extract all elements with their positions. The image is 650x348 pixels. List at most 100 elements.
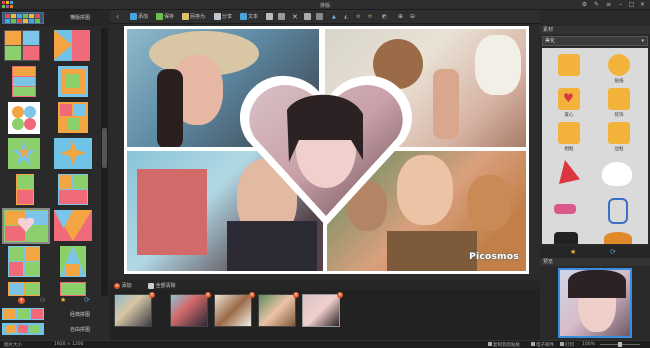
refresh-icon[interactable]: ⟳ [610, 248, 616, 256]
refresh-icon[interactable]: ⟳ [84, 297, 90, 304]
layout-thumb[interactable] [60, 282, 86, 296]
menu-icon[interactable]: ≡ [604, 1, 613, 9]
photo-strip-thumb[interactable] [214, 294, 252, 327]
heart-icon[interactable]: ♥ [558, 88, 580, 110]
hat-icon[interactable] [554, 232, 578, 244]
tab-free-collage[interactable]: 自由拼图 [50, 326, 110, 333]
remove-photo-icon[interactable]: × [337, 292, 343, 298]
remove-photo-icon[interactable]: × [149, 292, 155, 298]
save-as-button[interactable]: 另存为 [182, 13, 205, 21]
watermark-text: Picosmos [469, 252, 519, 262]
flip-vertical-icon[interactable]: ▲ [332, 13, 336, 21]
preview-image [558, 268, 632, 338]
layout-thumb[interactable] [60, 246, 86, 277]
layout-thumb[interactable] [4, 30, 40, 61]
classic-collage-thumb[interactable] [2, 308, 44, 320]
layout-thumb[interactable] [54, 210, 92, 241]
maximize-icon[interactable]: □ [627, 1, 636, 9]
tab-classic-collage[interactable]: 经典拼图 [50, 311, 110, 318]
preview-header: 预览 [540, 258, 650, 266]
print-button[interactable]: 打印 [560, 342, 574, 348]
back-arrow-icon[interactable]: ‹ [116, 13, 119, 21]
share-button[interactable]: 分享 [214, 13, 232, 21]
layout-tabs: 横版拼图 [0, 10, 110, 26]
sticker-grid: 贴纸 ♥ 爱心 装饰 相框 边框 [542, 48, 648, 244]
crown-icon[interactable] [608, 88, 630, 110]
paste-icon[interactable] [316, 13, 324, 21]
star-icon[interactable]: ★ [570, 248, 576, 256]
split-icon[interactable]: ◩ [382, 13, 387, 21]
photo-strip-thumb[interactable] [114, 294, 152, 327]
save-icon [156, 13, 163, 20]
rotate-left-icon[interactable]: ⟲ [356, 13, 360, 21]
delete-icon[interactable]: ✕ [292, 13, 298, 21]
clear-all-button[interactable]: 全部清除 [148, 282, 176, 289]
clear-icon [148, 282, 154, 289]
free-collage-thumb[interactable] [2, 323, 44, 335]
tiger-icon[interactable] [604, 232, 632, 244]
settings-icon[interactable]: ⚙ [580, 1, 589, 9]
zoom-slider-thumb[interactable] [618, 342, 622, 347]
remove-photo-icon[interactable]: × [249, 292, 255, 298]
scrollbar-thumb[interactable] [102, 128, 107, 168]
layout-thumb[interactable] [8, 138, 40, 169]
zoom-out-icon[interactable]: ⊖ [410, 13, 415, 21]
layout-scrollbar[interactable] [101, 28, 108, 296]
photo-strip-thumb[interactable] [258, 294, 296, 327]
layout-thumb[interactable] [12, 66, 36, 97]
layout-category-tab[interactable] [2, 12, 44, 24]
rotate-right-icon[interactable]: ⟳ [368, 13, 372, 21]
copy-icon[interactable] [304, 13, 312, 21]
layout-thumb[interactable] [8, 282, 40, 296]
save-as-icon [182, 13, 189, 20]
text-button[interactable]: 文本 [240, 13, 258, 21]
mask-right [467, 175, 511, 231]
layout-thumb[interactable] [54, 138, 92, 169]
add-button[interactable]: 添加 [130, 13, 148, 21]
upload-icon[interactable] [558, 122, 580, 144]
share-icon [214, 13, 221, 20]
building-model [137, 169, 207, 255]
layout-thumb[interactable] [58, 174, 88, 205]
layout-thumb[interactable] [58, 102, 88, 133]
minimize-icon[interactable]: – [616, 1, 625, 9]
email-icon[interactable] [278, 13, 286, 21]
star-icon[interactable]: ★ [60, 297, 66, 304]
collage-canvas[interactable]: Picosmos [124, 26, 529, 274]
window-title: 排版 [319, 3, 330, 9]
crown-icon[interactable] [608, 54, 630, 76]
add-layout-icon[interactable]: + [18, 297, 25, 304]
heart-photo-slot[interactable] [239, 70, 414, 230]
glasses-icon[interactable] [554, 204, 576, 214]
layout-thumb[interactable] [16, 174, 34, 205]
layout-thumb[interactable] [8, 246, 40, 277]
copy-to-clipboard-button[interactable]: 复制到剪贴板 [488, 342, 520, 348]
edit-icon[interactable]: ✎ [592, 1, 601, 9]
remove-photo-icon[interactable]: × [205, 292, 211, 298]
person-icon[interactable]: ⚇ [40, 297, 45, 304]
remove-photo-icon[interactable]: × [293, 292, 299, 298]
layout-thumb[interactable] [58, 66, 88, 97]
flip-horizontal-icon[interactable]: ◭ [344, 13, 348, 21]
figure-toy [433, 69, 459, 139]
close-icon[interactable]: ✕ [638, 1, 647, 9]
photo-strip-thumb-selected[interactable] [302, 294, 340, 327]
material-footer: ★ ⟳ [540, 246, 650, 258]
layout-thumb[interactable] [8, 102, 40, 134]
add-photo-button[interactable]: + 添加 [114, 282, 132, 289]
feather-icon[interactable] [608, 198, 628, 224]
layout-thumb[interactable] [54, 30, 90, 61]
layout-thumb-selected[interactable] [2, 208, 50, 244]
beard-icon[interactable] [602, 162, 632, 186]
zoom-in-icon[interactable]: ⊕ [398, 13, 403, 21]
photo-strip-thumb[interactable] [170, 294, 208, 327]
santa-hat-icon[interactable] [559, 160, 580, 184]
tab-landscape-collage[interactable]: 横版拼图 [50, 14, 110, 21]
save-button[interactable]: 保存 [156, 13, 174, 21]
heart-frame-svg [239, 75, 413, 227]
material-category-select[interactable]: 美化 ▾ [542, 36, 648, 46]
print-icon[interactable] [266, 13, 274, 21]
coin-icon[interactable] [608, 122, 630, 144]
upload-icon[interactable] [558, 54, 580, 76]
email-button[interactable]: 电子邮件 [531, 342, 554, 348]
